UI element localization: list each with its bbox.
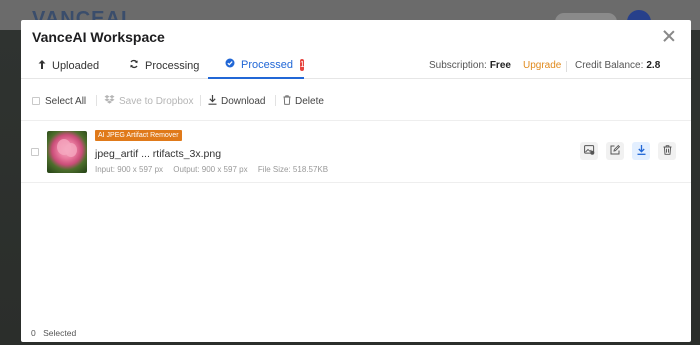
divider xyxy=(96,95,97,106)
tab-processed-label: Processed xyxy=(241,58,293,71)
modal-header: VanceAI Workspace xyxy=(21,20,691,52)
select-all-label: Select All xyxy=(45,95,87,107)
save-to-dropbox-label: Save to Dropbox xyxy=(119,95,194,107)
subscription-plan: Free xyxy=(489,60,511,71)
file-output-size: Output: 900 x 597 px xyxy=(173,165,248,174)
row-checkbox[interactable] xyxy=(31,148,39,156)
credit-label: Credit Balance: xyxy=(575,60,644,71)
tab-processing[interactable]: Processing xyxy=(129,52,199,79)
tab-uploaded[interactable]: Uploaded xyxy=(38,52,99,79)
tab-uploaded-label: Uploaded xyxy=(52,59,100,72)
tool-tag: AI JPEG Artifact Remover xyxy=(95,130,182,141)
delete-label: Delete xyxy=(295,95,324,107)
file-size: File Size: 518.57KB xyxy=(257,165,329,174)
file-row: AI JPEG Artifact Remover jpeg_artif ... … xyxy=(21,121,691,183)
file-meta: Input: 900 x 597 px Output: 900 x 597 px… xyxy=(95,165,336,174)
toolbar: Select All Save to Dropbox Download Dele… xyxy=(21,79,691,121)
modal-title: VanceAI Workspace xyxy=(32,29,165,45)
dropbox-icon xyxy=(104,95,115,107)
compare-button[interactable] xyxy=(580,142,598,160)
close-icon[interactable] xyxy=(663,30,675,42)
edit-button[interactable] xyxy=(606,142,624,160)
select-all-checkbox[interactable]: Select All xyxy=(32,94,86,108)
thumbnail-petal xyxy=(65,143,77,157)
file-name: jpeg_artif ... rtifacts_3x.png xyxy=(95,148,222,160)
save-to-dropbox-button[interactable]: Save to Dropbox xyxy=(104,94,194,108)
subscription-label: Subscription: xyxy=(429,60,487,71)
checkbox-icon[interactable] xyxy=(32,97,40,105)
check-circle-icon xyxy=(225,58,235,71)
selected-label: Selected xyxy=(43,328,77,338)
subscription-info: Subscription: Free xyxy=(429,52,511,79)
edit-icon xyxy=(610,142,621,160)
credit-value: 2.8 xyxy=(646,60,661,71)
divider xyxy=(200,95,201,106)
trash-icon xyxy=(283,94,291,108)
divider xyxy=(275,95,276,106)
tab-processing-label: Processing xyxy=(145,59,200,72)
row-delete-button[interactable] xyxy=(658,142,676,160)
processed-count-badge: 1 xyxy=(299,58,305,71)
delete-button[interactable]: Delete xyxy=(283,94,324,108)
upgrade-link[interactable]: Upgrade xyxy=(523,52,561,79)
upload-arrow-icon xyxy=(38,59,46,72)
file-thumbnail[interactable] xyxy=(47,131,87,173)
credit-balance: Credit Balance: 2.8 xyxy=(575,52,660,79)
tab-processed[interactable]: Processed 1 xyxy=(208,52,305,79)
row-download-button[interactable] xyxy=(632,142,650,160)
refresh-icon xyxy=(129,59,139,72)
workspace-modal: VanceAI Workspace Uploaded Processing Pr… xyxy=(21,20,691,342)
trash-icon xyxy=(663,142,672,160)
selection-footer: 0 Selected xyxy=(31,328,76,338)
download-icon xyxy=(208,94,217,108)
divider xyxy=(566,61,567,72)
compare-image-icon xyxy=(583,142,595,160)
selected-count: 0 xyxy=(31,328,36,338)
download-icon xyxy=(637,142,646,160)
file-input-size: Input: 900 x 597 px xyxy=(95,165,164,174)
download-label: Download xyxy=(221,95,266,107)
download-button[interactable]: Download xyxy=(208,94,265,108)
tabs-row: Uploaded Processing Processed 1 Subscrip… xyxy=(21,52,691,79)
